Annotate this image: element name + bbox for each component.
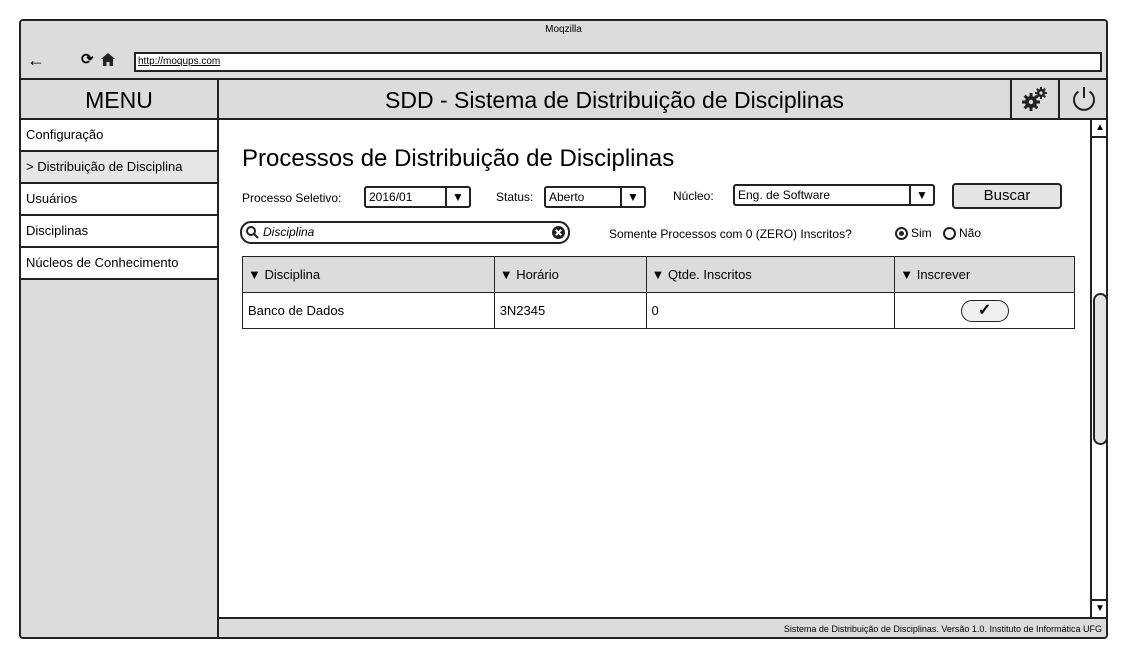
table-row: Banco de Dados 3N2345 0 ✓ [242,292,1075,329]
vertical-scrollbar[interactable]: ▲ ▼ [1090,120,1106,617]
sidebar-item-usuarios[interactable]: Usuários [21,184,217,216]
app-header: SDD - Sistema de Distribuição de Discipl… [219,80,1106,120]
sidebar-item-configuracao[interactable]: Configuração [21,120,217,152]
radio-sim[interactable]: Sim [895,226,932,240]
footer: Sistema de Distribuição de Disciplinas. … [219,617,1106,637]
search-icon [246,226,259,245]
radio-selected-icon [895,226,908,240]
power-button[interactable] [1058,80,1106,118]
buscar-button[interactable]: Buscar [952,183,1062,209]
main-content: Processos de Distribuição de Disciplinas… [219,120,1090,617]
sort-icon: ▼ [499,267,513,282]
status-select[interactable]: Aberto ▼ [544,186,646,208]
column-header-label: Qtde. Inscritos [668,267,752,282]
cell-inscritos: 0 [645,292,896,329]
browser-titlebar: Moqzilla ← ⟳ http://moqups.com [21,21,1106,80]
radio-sim-label: Sim [911,226,932,240]
search-placeholder: Disciplina [263,225,315,239]
sort-icon: ▼ [248,267,261,282]
sidebar-item-disciplinas[interactable]: Disciplinas [21,216,217,248]
cell-inscrever: ✓ [894,292,1075,329]
column-header-inscrever[interactable]: ▼ Inscrever [894,256,1075,293]
zero-inscritos-label: Somente Processos com 0 (ZERO) Inscritos… [609,227,852,241]
page-title: Processos de Distribuição de Disciplinas [242,145,675,172]
home-icon[interactable] [101,53,115,71]
scroll-down-arrow-icon[interactable]: ▼ [1092,599,1106,617]
chevron-down-icon: ▼ [445,188,469,206]
app-title: SDD - Sistema de Distribuição de Discipl… [385,87,844,113]
column-header-label: Horário [516,267,559,282]
gears-icon [1022,87,1047,111]
url-bar[interactable]: http://moqups.com [134,52,1102,72]
status-label: Status: [496,190,534,204]
radio-unselected-icon [943,226,956,240]
inscrever-button[interactable]: ✓ [960,299,1009,322]
disciplinas-table: ▼ Disciplina ▼ Horário ▼ Qtde. Inscritos… [242,256,1075,329]
scrollbar-thumb[interactable] [1093,293,1106,445]
cell-horario: 3N2345 [493,292,647,329]
browser-window: Moqzilla ← ⟳ http://moqups.com MENU Conf… [19,19,1108,639]
check-icon: ✓ [977,301,992,319]
clear-icon[interactable] [551,225,566,246]
nucleo-label: Núcleo: [673,189,714,203]
column-header-label: Inscrever [916,267,971,282]
scroll-up-arrow-icon[interactable]: ▲ [1092,120,1106,138]
processo-select[interactable]: 2016/01 ▼ [364,186,471,208]
column-header-label: Disciplina [264,267,321,282]
browser-title: Moqzilla [545,24,582,35]
settings-button[interactable] [1010,80,1058,118]
column-header-disciplina[interactable]: ▼ Disciplina [242,256,495,293]
processo-label: Processo Seletivo: [242,191,342,205]
radio-nao-label: Não [959,226,982,240]
menu-title: MENU [21,80,217,120]
sort-icon: ▼ [900,267,914,282]
power-icon [1073,87,1095,111]
back-arrow-icon[interactable]: ← [27,51,45,69]
sidebar-item-nucleos[interactable]: Núcleos de Conhecimento [21,248,217,280]
sidebar-item-distribuicao[interactable]: > Distribuição de Disciplina [21,152,217,184]
cell-disciplina: Banco de Dados [242,292,495,329]
footer-text: Sistema de Distribuição de Disciplinas. … [783,624,1102,634]
url-text: http://moqups.com [138,56,221,67]
nucleo-value: Eng. de Software [738,188,831,202]
sort-icon: ▼ [651,267,665,282]
radio-nao[interactable]: Não [943,226,981,240]
chevron-down-icon: ▼ [620,188,644,206]
table-header-row: ▼ Disciplina ▼ Horário ▼ Qtde. Inscritos… [242,256,1075,293]
search-input[interactable]: Disciplina [240,221,570,244]
chevron-down-icon: ▼ [909,186,933,204]
sidebar: MENU Configuração > Distribuição de Disc… [21,80,219,637]
nucleo-select[interactable]: Eng. de Software ▼ [733,184,935,206]
reload-icon[interactable]: ⟳ [81,52,94,67]
status-value: Aberto [549,190,585,204]
processo-value: 2016/01 [369,190,413,204]
column-header-horario[interactable]: ▼ Horário [493,256,647,293]
column-header-inscritos[interactable]: ▼ Qtde. Inscritos [645,256,896,293]
